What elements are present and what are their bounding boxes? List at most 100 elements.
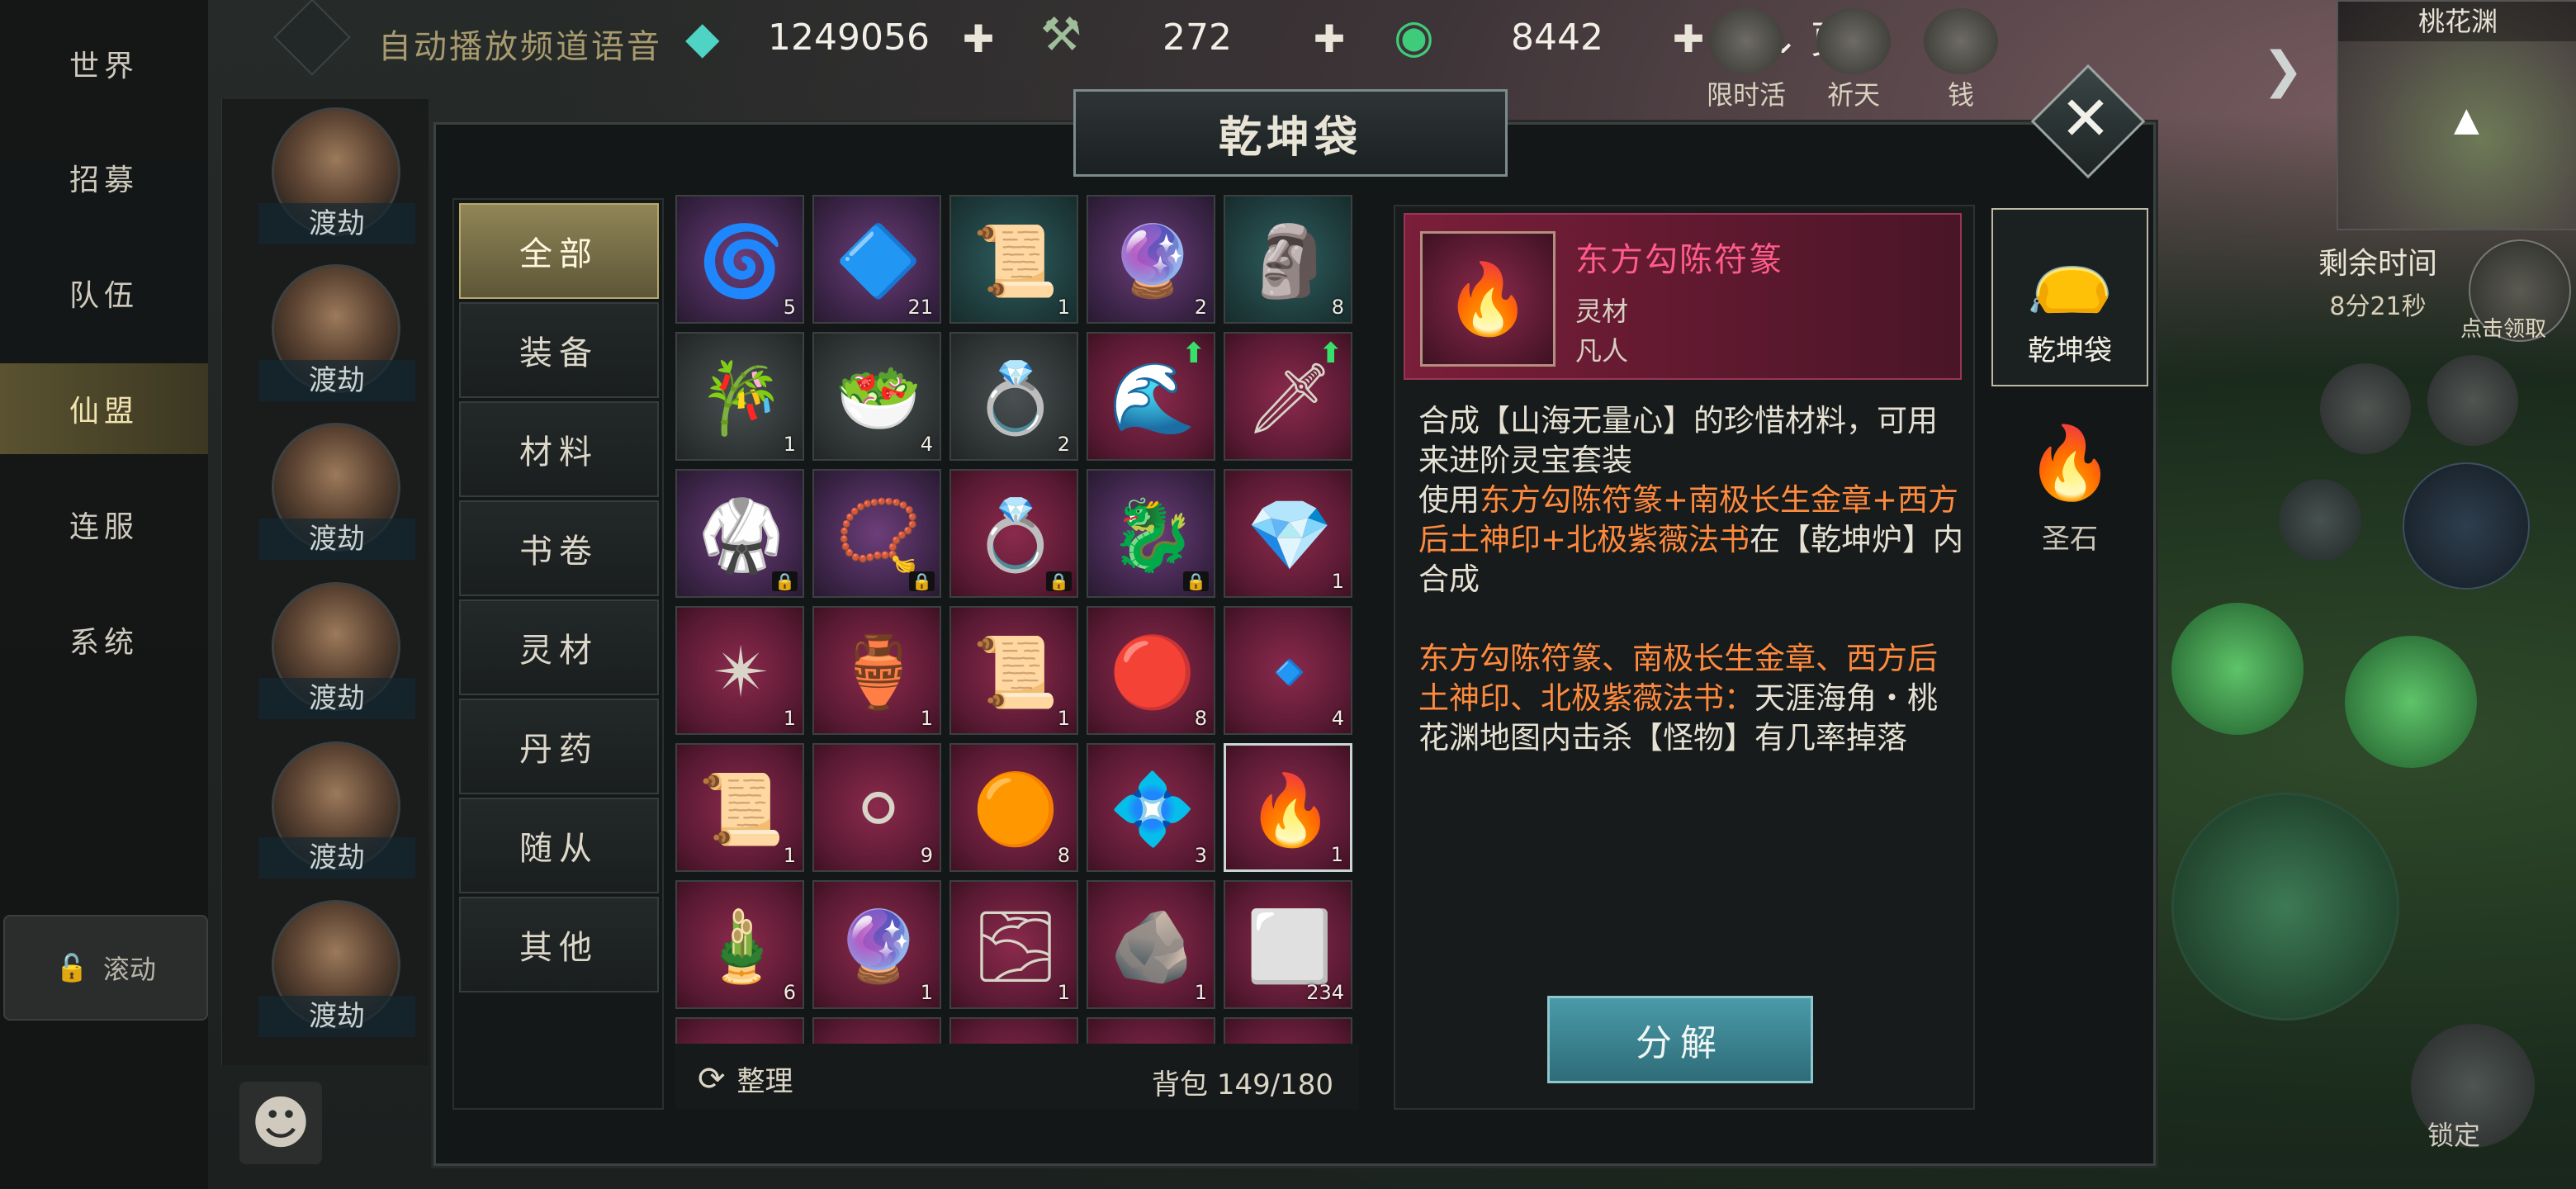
item-slot-violet-robe[interactable]: 🥋 🔒 xyxy=(675,469,804,598)
item-slot-partial[interactable] xyxy=(1224,1017,1352,1044)
item-slot-cloud-armor[interactable]: 🌊 ⬆ xyxy=(1087,332,1215,461)
item-slot-rainbow-star[interactable]: ✴ 1 xyxy=(675,606,804,735)
tab-holy-stone[interactable]: 🔥 圣石 xyxy=(1991,395,2148,573)
category-equipment[interactable]: 装备 xyxy=(459,302,659,398)
scroll-lock-button[interactable]: 🔓 滚动 xyxy=(3,915,208,1021)
chat-message[interactable]: 渡劫 xyxy=(239,741,437,898)
item-count: 1 xyxy=(783,707,796,730)
item-slot-phoenix-talisman[interactable]: 🔥 1 xyxy=(1224,743,1352,872)
upgrade-arrow-icon: ⬆ xyxy=(1181,337,1206,370)
item-slot-talisman-plaque[interactable]: 📜 1 xyxy=(949,195,1078,324)
limited-event-button[interactable]: 限时活动 xyxy=(1701,8,1792,149)
category-elixirs[interactable]: 丹药 xyxy=(459,699,659,794)
item-count: 4 xyxy=(1331,707,1344,730)
add-jade-button[interactable]: ✚ xyxy=(1309,17,1350,61)
item-slot-sun-scroll[interactable]: 📜 1 xyxy=(675,743,804,872)
item-slot-spirit-vase[interactable]: 🏺 1 xyxy=(812,606,941,735)
item-slot-amethyst[interactable]: 🔮 1 xyxy=(812,880,941,1009)
item-slot-dragon-orb[interactable]: 🐉 🔒 xyxy=(1087,469,1215,598)
jade-slip-icon: ⚒ xyxy=(1040,8,1082,62)
category-all[interactable]: 全部 xyxy=(459,203,659,299)
item-slot-azure-dragon-orb[interactable]: 🔷 21 xyxy=(812,195,941,324)
back-arrow-button[interactable] xyxy=(2279,479,2361,561)
item-count: 1 xyxy=(1330,843,1343,866)
item-slot-partial[interactable] xyxy=(949,1017,1078,1044)
bag-count: 149/180 xyxy=(1216,1068,1334,1101)
item-slot-bamboo-tube[interactable]: 🎍 6 xyxy=(675,880,804,1009)
item-grid: 🌀 5 🔷 21 📜 1 🔮 2 🗿 8 🎋 1 🥗 4 💍 2 🌊 ⬆ 🗡 ⬆ 🥋 🔒 📿 🔒 💍 🔒 🐉 🔒 💎 1 ✴ 1 🏺 1 📜 1 🔴 8 🔹… xyxy=(675,195,1359,1044)
spirit-stone-amount: 1249056 xyxy=(768,16,930,59)
item-slot-jade-rings[interactable]: 💍 2 xyxy=(949,332,1078,461)
sort-button[interactable]: ⟳ 整理 xyxy=(698,1059,793,1099)
unlock-icon: 🔓 xyxy=(55,952,88,983)
lock-target-label: 锁定 xyxy=(2427,1120,2481,1151)
item-slot-silver-ore[interactable]: 🪨 1 xyxy=(1087,880,1215,1009)
item-slot-golden-ring[interactable]: 💍 🔒 xyxy=(949,469,1078,598)
item-type: 灵材 xyxy=(1575,296,1629,327)
sort-label: 整理 xyxy=(736,1065,793,1098)
yin-yang-button[interactable] xyxy=(2403,462,2530,590)
smiley-icon: ☻ xyxy=(250,1089,311,1157)
item-slot-pink-pearl[interactable]: 🔮 2 xyxy=(1087,195,1215,324)
item-slot-pink-gem[interactable]: 💠 3 xyxy=(1087,743,1215,872)
desc-paragraph-1: 合成【山海无量心】的珍惜材料，可用来进阶灵宝套装 xyxy=(1418,403,1938,478)
chat-message[interactable]: 渡劫 xyxy=(239,582,437,739)
item-slot-ice-crystal[interactable]: 💎 1 xyxy=(1224,469,1352,598)
target-button[interactable] xyxy=(2427,355,2518,446)
dismantle-button[interactable]: 分解 xyxy=(1547,996,1813,1083)
item-slot-partial[interactable] xyxy=(812,1017,941,1044)
item-slot-partial[interactable] xyxy=(1087,1017,1215,1044)
pray-button[interactable]: 祈天 xyxy=(1808,8,1899,116)
expand-arrow-icon[interactable]: ❯ xyxy=(2262,41,2304,99)
item-count: 6 xyxy=(783,981,796,1004)
bag-quick-button[interactable] xyxy=(2320,363,2411,454)
item-slot-blue-crystal[interactable]: 🔹 4 xyxy=(1224,606,1352,735)
scroll-lock-label: 滚动 xyxy=(102,954,156,985)
item-count: 1 xyxy=(1057,981,1070,1004)
skill-button-2[interactable] xyxy=(2345,636,2477,768)
money-button[interactable]: 钱 xyxy=(1915,8,2006,116)
category-spirit-materials[interactable]: 灵材 xyxy=(459,599,659,695)
spirit-stone-icon: ◆ xyxy=(685,12,720,64)
chat-message[interactable]: 渡劫 xyxy=(239,264,437,421)
item-slot-dragon-amulet[interactable]: 📿 🔒 xyxy=(812,469,941,598)
main-attack-fan-button[interactable] xyxy=(2171,793,2399,1021)
category-followers[interactable]: 随从 xyxy=(459,798,659,893)
auto-voice-channel-label[interactable]: 自动播放频道语音 xyxy=(378,20,662,68)
item-slot-mist-pillar[interactable]: 🌫 1 xyxy=(949,880,1078,1009)
nav-system[interactable]: 系统 xyxy=(0,594,208,685)
item-slot-partial[interactable] xyxy=(675,1017,804,1044)
item-slot-azure-hairpin[interactable]: 🗡 ⬆ xyxy=(1224,332,1352,461)
tab-qiankun-bag[interactable]: 👝 乾坤袋 xyxy=(1991,208,2148,386)
item-slot-swirl-essence[interactable]: 🌀 5 xyxy=(675,195,804,324)
emoji-button[interactable]: ☻ xyxy=(239,1082,322,1164)
item-slot-silver-ingot[interactable]: ⬜ 234 xyxy=(1224,880,1352,1009)
nav-recruit[interactable]: 招募 xyxy=(0,132,208,223)
bag-label: 背包 xyxy=(1152,1068,1208,1101)
nav-team[interactable]: 队伍 xyxy=(0,248,208,339)
item-slot-jade-buddha[interactable]: 🗿 8 xyxy=(1224,195,1352,324)
category-other[interactable]: 其他 xyxy=(459,897,659,992)
item-slot-fire-orb[interactable]: 🔴 8 xyxy=(1087,606,1215,735)
brazier-icon: 🔥 xyxy=(2025,422,2114,504)
minimap[interactable]: 桃花渊 ▲ xyxy=(2337,0,2576,230)
chat-message[interactable]: 渡劫 xyxy=(239,423,437,580)
nav-alliance[interactable]: 仙盟 xyxy=(0,363,208,454)
item-slot-fishing-rod[interactable]: 🎋 1 xyxy=(675,332,804,461)
panel-title: 乾坤袋 xyxy=(1073,89,1508,177)
item-slot-flame-orb[interactable]: 🟠 8 xyxy=(949,743,1078,872)
skill-button-1[interactable] xyxy=(2171,603,2304,735)
category-materials[interactable]: 材料 xyxy=(459,401,659,497)
nav-world[interactable]: 世界 xyxy=(0,18,208,109)
chat-message[interactable]: 渡劫 xyxy=(239,107,437,264)
add-spirit-stone-button[interactable]: ✚ xyxy=(958,17,999,61)
chat-message[interactable]: 渡劫 xyxy=(239,900,437,1057)
nav-crossserver[interactable]: 连服 xyxy=(0,479,208,570)
item-description: 合成【山海无量心】的珍惜材料，可用来进阶灵宝套装 使用东方勾陈符篆+南极长生金章… xyxy=(1418,401,1963,758)
close-icon[interactable]: ✕ xyxy=(2048,81,2124,157)
item-slot-golden-scroll[interactable]: 📜 1 xyxy=(949,606,1078,735)
item-slot-lightning-orb[interactable]: ⚪ 9 xyxy=(812,743,941,872)
item-slot-vegetable-dish[interactable]: 🥗 4 xyxy=(812,332,941,461)
category-scrolls[interactable]: 书卷 xyxy=(459,500,659,596)
realm-label: 渡劫 xyxy=(258,678,415,719)
